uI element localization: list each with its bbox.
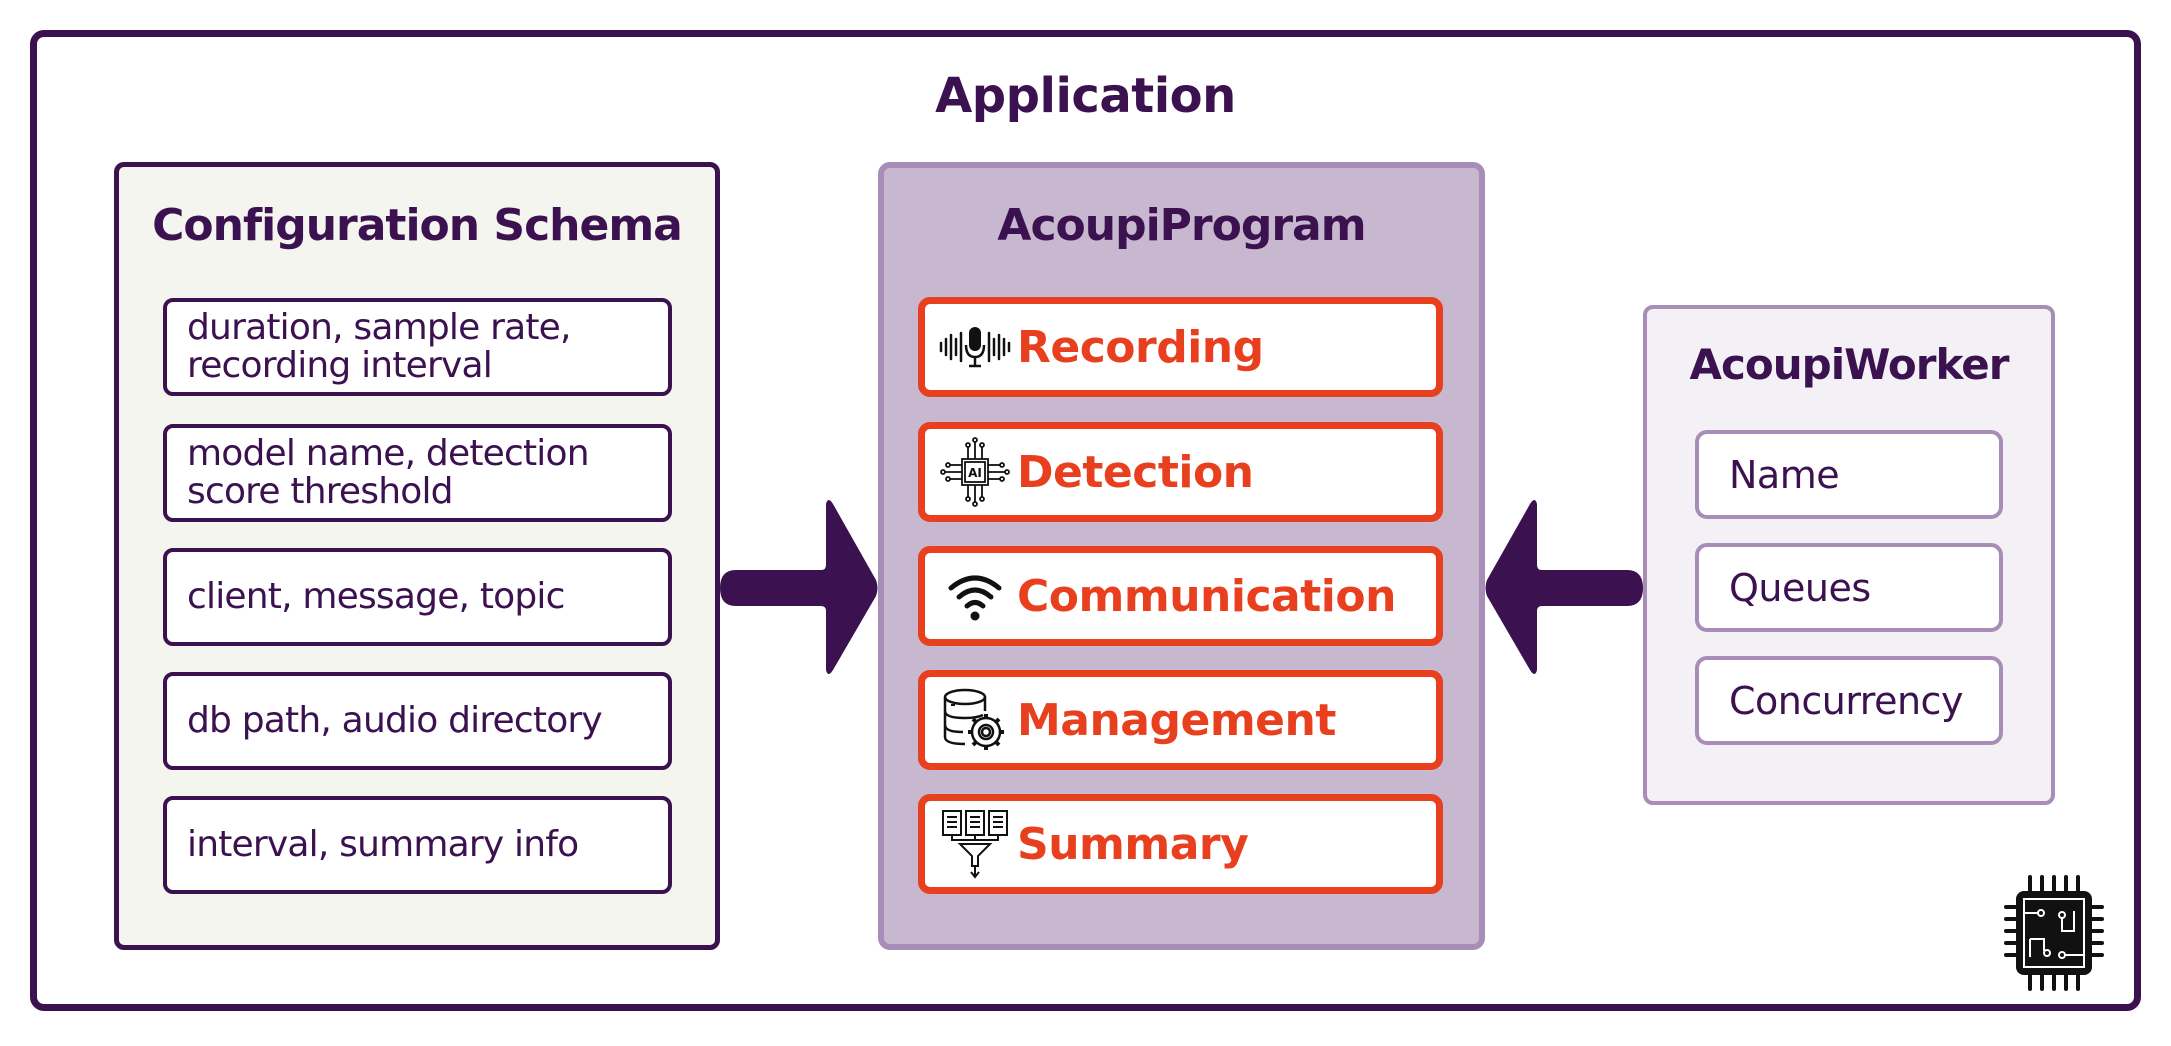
acoupi-program-title: AcoupiProgram <box>997 200 1366 251</box>
config-item-text: interval, summary info <box>187 824 579 865</box>
config-item-detection: model name, detection score threshold <box>163 424 672 522</box>
program-item-management: Management <box>918 670 1443 770</box>
worker-item-concurrency: Concurrency <box>1695 656 2003 745</box>
program-item-summary: Summary <box>918 794 1443 894</box>
program-item-communication: Communication <box>918 546 1443 646</box>
worker-item-name: Name <box>1695 430 2003 519</box>
config-item-text: recording interval <box>187 345 493 386</box>
wifi-icon <box>935 556 1015 636</box>
configuration-schema-title: Configuration Schema <box>152 200 683 251</box>
config-item-communication: client, message, topic <box>163 548 672 646</box>
arrow-left-icon <box>1485 500 1643 674</box>
acoupi-worker-title: AcoupiWorker <box>1689 340 2009 389</box>
program-item-recording: Recording <box>918 297 1443 397</box>
program-item-label: Detection <box>1017 446 1254 498</box>
documents-funnel-icon <box>935 804 1015 884</box>
config-item-text: client, message, topic <box>187 576 565 617</box>
program-item-label: Recording <box>1017 321 1264 373</box>
circuit-chip-icon <box>2004 875 2104 991</box>
ai-chip-icon: AI <box>935 432 1015 512</box>
config-item-summary: interval, summary info <box>163 796 672 894</box>
config-item-text: duration, sample rate, <box>187 307 571 348</box>
arrow-right-icon <box>720 500 878 674</box>
config-item-text: score threshold <box>187 471 454 512</box>
worker-item-queues: Queues <box>1695 543 2003 632</box>
program-item-label: Communication <box>1017 570 1396 622</box>
application-title: Application <box>935 68 1236 124</box>
config-item-recording: duration, sample rate, recording interval <box>163 298 672 396</box>
config-item-management: db path, audio directory <box>163 672 672 770</box>
program-item-label: Summary <box>1017 818 1249 870</box>
program-item-label: Management <box>1017 694 1336 746</box>
program-item-detection: AI Detection <box>918 422 1443 522</box>
microphone-waveform-icon <box>935 307 1015 387</box>
svg-text:AI: AI <box>968 466 982 480</box>
database-gear-icon <box>935 680 1015 760</box>
config-item-text: db path, audio directory <box>187 700 603 741</box>
config-item-text: model name, detection <box>187 433 590 474</box>
